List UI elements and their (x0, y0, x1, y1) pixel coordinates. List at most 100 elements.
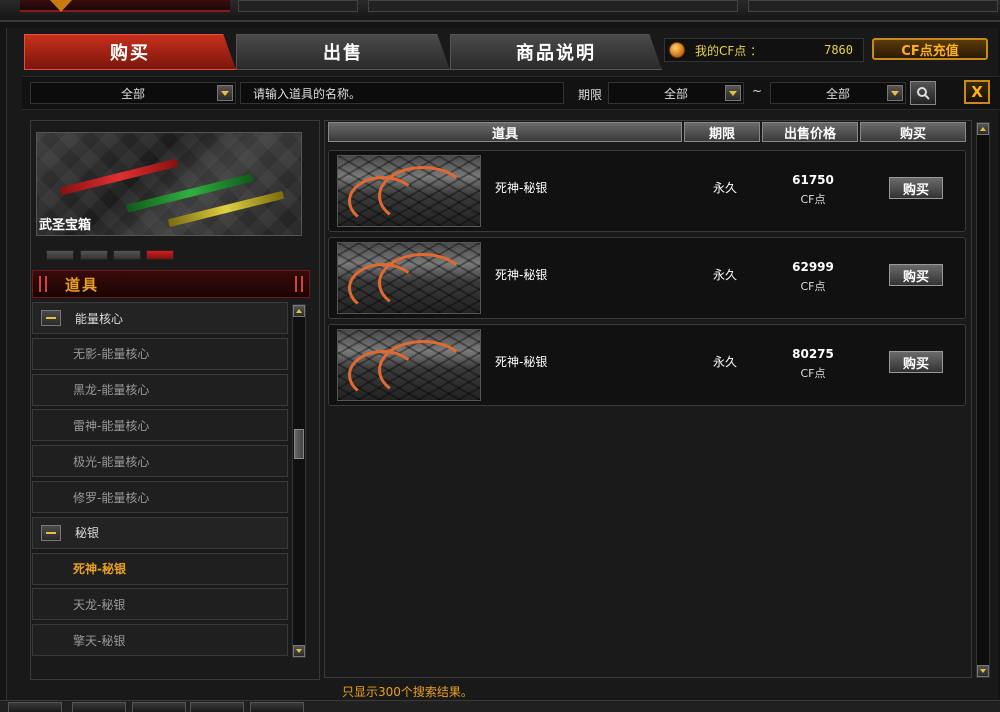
search-icon (917, 87, 930, 100)
category-item[interactable]: 极光-能量核心 (32, 445, 288, 478)
results-footnote: 只显示300个搜索结果。 (342, 685, 473, 699)
column-header-price: 出售价格 (762, 122, 858, 142)
close-button[interactable]: X (964, 80, 990, 104)
category-item-label: 擎天-秘银 (73, 633, 126, 648)
category-item-label: 雷神-能量核心 (73, 418, 150, 433)
category-select[interactable]: 全部 (30, 82, 236, 104)
item-price-unit: CF点 (800, 367, 826, 380)
category-item[interactable]: 雷神-能量核心 (32, 409, 288, 442)
category-item-label: 极光-能量核心 (73, 454, 150, 469)
top-frame-strip (368, 0, 738, 12)
period-to-value: 全部 (825, 86, 850, 101)
category-list: 能量核心无影-能量核心 黑龙-能量核心 雷神-能量核心 极光-能量核心 修罗-能量核心秘… (32, 302, 290, 660)
scroll-down-icon[interactable] (293, 645, 305, 657)
column-header-item: 道具 (328, 122, 682, 142)
item-name: 死神-秘银 (495, 268, 548, 282)
result-row: 死神-秘银 永久 62999 CF点 购买 (328, 237, 966, 319)
item-thumbnail (337, 155, 481, 227)
banner-slide-dot[interactable] (113, 250, 141, 260)
toolbar-icon[interactable] (72, 702, 126, 712)
period-from-value: 全部 (663, 86, 688, 101)
category-item-label: 能量核心 (75, 311, 124, 326)
buy-button[interactable]: 购买 (889, 177, 943, 199)
category-item-label: 修罗-能量核心 (73, 490, 150, 505)
corporation-logo (20, 0, 230, 12)
tab-sell[interactable]: 出售 (236, 34, 450, 70)
category-item[interactable]: 修罗-能量核心 (32, 481, 288, 513)
search-input[interactable]: 请输入道具的名称。 (240, 82, 564, 104)
banner-slide-dot[interactable] (46, 250, 74, 260)
category-item-label: 无影-能量核心 (73, 347, 150, 362)
category-select-value: 全部 (120, 86, 145, 101)
category-item-label: 黑龙-能量核心 (73, 383, 150, 398)
banner-title: 武圣宝箱 (39, 218, 92, 233)
top-frame-strip (748, 0, 998, 12)
coin-icon (669, 42, 685, 58)
grip-icon (295, 276, 303, 292)
promo-banner[interactable]: 武圣宝箱 (36, 132, 302, 236)
period-from-select[interactable]: 全部 (608, 82, 744, 104)
category-item[interactable]: 擎天-秘银 (32, 624, 288, 657)
category-item-label: 秘银 (75, 526, 100, 541)
item-price: 61750 (792, 173, 834, 187)
banner-slide-dot[interactable] (80, 250, 108, 260)
category-item-label: 死神-秘银 (73, 562, 126, 577)
top-frame-strip (238, 0, 358, 12)
recharge-button[interactable]: CF点充值 (872, 38, 988, 60)
top-frame (0, 0, 1000, 22)
item-thumbnail (337, 329, 481, 401)
category-item[interactable]: 黑龙-能量核心 (32, 373, 288, 406)
category-title: 道具 (65, 275, 100, 294)
category-item[interactable]: 天龙-秘银 (32, 588, 288, 621)
category-item-label: 天龙-秘银 (73, 597, 126, 612)
category-group[interactable]: 能量核心 (32, 302, 288, 334)
chevron-down-icon[interactable] (887, 85, 903, 101)
column-header-period: 期限 (684, 122, 760, 142)
scroll-down-icon[interactable] (977, 665, 989, 677)
item-period: 永久 (713, 181, 738, 195)
category-scrollbar[interactable] (292, 304, 306, 658)
sound-icon[interactable] (250, 702, 304, 712)
toolbar-icon[interactable] (132, 702, 186, 712)
item-price: 62999 (792, 260, 834, 274)
logo-emblem-icon (50, 0, 72, 12)
item-thumbnail (337, 242, 481, 314)
collapse-icon[interactable] (41, 524, 61, 541)
category-header: 道具 (32, 270, 310, 298)
result-row: 死神-秘银 永久 80275 CF点 购买 (328, 324, 966, 406)
item-price-unit: CF点 (800, 280, 826, 293)
item-price-unit: CF点 (800, 193, 826, 206)
search-button[interactable] (910, 81, 936, 105)
collapse-icon[interactable] (41, 310, 61, 326)
item-name: 死神-秘银 (495, 355, 548, 369)
bottom-toolbar (0, 700, 1000, 712)
cf-balance: 我的CF点 ： 7860 (664, 38, 864, 62)
period-to-select[interactable]: 全部 (770, 82, 906, 104)
category-item[interactable]: 无影-能量核心 (32, 337, 288, 370)
results-scrollbar[interactable] (976, 122, 990, 678)
period-label: 期限 (578, 88, 603, 102)
buy-button[interactable]: 购买 (889, 351, 943, 373)
tab-buy[interactable]: 购买 (24, 34, 236, 70)
grip-icon (39, 276, 47, 292)
category-item-selected[interactable]: 死神-秘银 (32, 552, 288, 585)
item-name: 死神-秘银 (495, 181, 548, 195)
buy-button[interactable]: 购买 (889, 264, 943, 286)
toolbar-icon[interactable] (190, 702, 244, 712)
menu-icon[interactable] (8, 702, 62, 712)
flame-decal-icon (378, 340, 468, 400)
category-group[interactable]: 秘银 (32, 516, 288, 549)
item-period: 永久 (713, 355, 738, 369)
flame-decal-icon (378, 166, 468, 226)
chevron-down-icon[interactable] (217, 85, 233, 101)
chevron-down-icon[interactable] (725, 85, 741, 101)
scroll-up-icon[interactable] (293, 305, 305, 317)
scroll-up-icon[interactable] (977, 123, 989, 135)
item-period: 永久 (713, 268, 738, 282)
banner-slide-dot-active[interactable] (146, 250, 174, 260)
tab-item-info[interactable]: 商品说明 (450, 34, 662, 70)
result-row: 死神-秘银 永久 61750 CF点 购买 (328, 150, 966, 232)
scroll-thumb[interactable] (294, 429, 304, 459)
item-price: 80275 (792, 347, 834, 361)
period-separator: ~ (752, 84, 763, 98)
